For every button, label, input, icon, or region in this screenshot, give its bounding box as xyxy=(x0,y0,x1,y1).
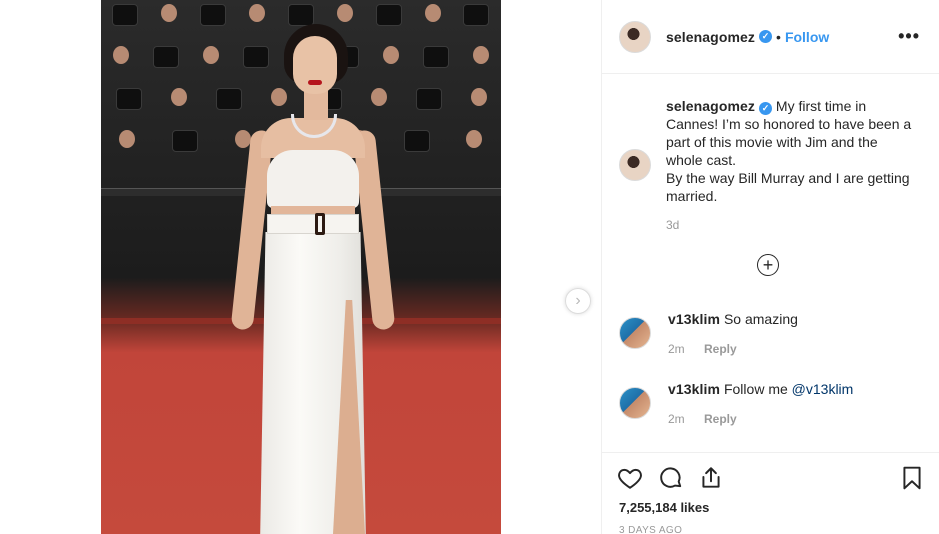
separator-dot: • xyxy=(776,28,781,45)
post-actions-bar: 7,255,184 likes 3 DAYS AGO xyxy=(602,452,939,534)
instagram-post-view: › selenagomez ✓ • Follow ••• selenagomez… xyxy=(0,0,939,534)
caption-author-username[interactable]: selenagomez xyxy=(666,98,755,114)
follow-button[interactable]: Follow xyxy=(785,29,829,45)
reply-button[interactable]: Reply xyxy=(704,342,737,356)
likes-count[interactable]: 7,255,184 likes xyxy=(619,500,709,515)
plus-circle-icon: + xyxy=(762,255,774,275)
post-side-panel: selenagomez ✓ • Follow ••• selenagomez ✓ … xyxy=(601,0,939,534)
belt-buckle xyxy=(315,213,325,235)
comment-mention-link[interactable]: @v13klim xyxy=(792,381,854,397)
commenter-avatar[interactable] xyxy=(619,387,651,419)
post-header: selenagomez ✓ • Follow ••• xyxy=(602,0,939,74)
next-image-button[interactable]: › xyxy=(565,288,591,314)
caption-text-line-2: By the way Bill Murray and I are getting… xyxy=(666,170,910,204)
author-username[interactable]: selenagomez xyxy=(666,29,755,45)
commenter-avatar[interactable] xyxy=(619,317,651,349)
reply-button[interactable]: Reply xyxy=(704,412,737,426)
commenter-username[interactable]: v13klim xyxy=(668,381,720,397)
post-date[interactable]: 3 DAYS AGO xyxy=(619,525,682,534)
comment-text: Follow me xyxy=(723,381,792,397)
comment-text: So amazing xyxy=(723,311,798,327)
comment-timestamp[interactable]: 2m xyxy=(668,342,685,356)
white-bustier xyxy=(267,150,359,208)
chevron-right-icon: › xyxy=(575,292,581,309)
verified-badge-icon: ✓ xyxy=(759,30,773,43)
caption-author-avatar[interactable] xyxy=(619,149,651,181)
author-avatar[interactable] xyxy=(619,20,651,53)
belt xyxy=(267,214,359,234)
heart-icon[interactable] xyxy=(617,465,643,491)
comment-item: v13klim So amazing 2m Reply xyxy=(619,310,924,358)
comment-timestamp[interactable]: 2m xyxy=(668,412,685,426)
bookmark-icon[interactable] xyxy=(899,465,925,491)
caption-timestamp[interactable]: 3d xyxy=(666,216,916,234)
post-photo[interactable] xyxy=(101,0,501,534)
verified-badge-icon: ✓ xyxy=(759,101,773,115)
comment-item: v13klim Follow me @v13klim 2m Reply xyxy=(619,380,924,428)
load-more-comments-button[interactable]: + xyxy=(757,254,779,276)
commenter-username[interactable]: v13klim xyxy=(668,311,720,327)
comment-bubble-icon[interactable] xyxy=(658,465,684,491)
more-options-icon[interactable]: ••• xyxy=(898,26,920,46)
share-icon[interactable] xyxy=(698,465,724,491)
post-caption: selenagomez ✓ My first time in Cannes! I’… xyxy=(619,97,924,234)
face xyxy=(293,36,337,94)
